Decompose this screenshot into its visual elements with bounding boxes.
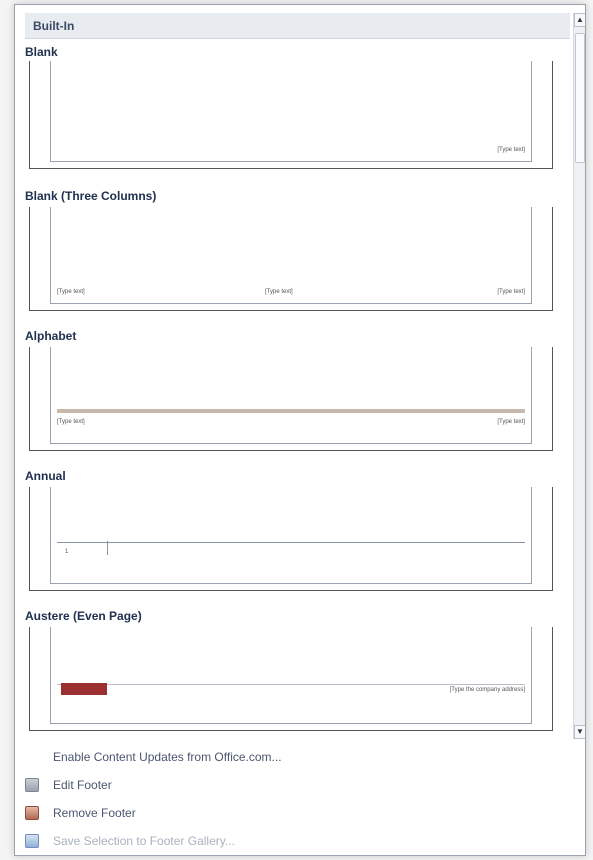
menu-item-save-selection-to-footer-gallery: Save Selection to Footer Gallery... <box>15 827 585 855</box>
gallery-item-title-austere-even-page: Austere (Even Page) <box>25 609 142 623</box>
footer-preview: [Type text] <box>50 61 532 162</box>
gallery-item-alphabet[interactable]: [Type text] [Type text] <box>29 347 553 451</box>
footer-preview: [Type text] [Type text] [Type text] <box>50 207 532 304</box>
menu-item-label: Save Selection to Footer Gallery... <box>53 834 235 848</box>
gallery-section-header: Built-In <box>25 13 570 39</box>
scroll-thumb[interactable] <box>575 33 585 163</box>
footer-divider <box>107 541 108 555</box>
menu-item-enable-content-updates[interactable]: Enable Content Updates from Office.com..… <box>15 743 585 771</box>
triangle-down-icon: ▼ <box>576 727 584 736</box>
footer-address-placeholder: [Type the company address] <box>449 687 525 693</box>
footer-placeholder-text: [Type text] <box>497 147 525 153</box>
footer-placeholder-center: [Type text] <box>265 289 293 295</box>
footer-placeholder-left: [Type text] <box>57 419 85 425</box>
gallery-item-title-alphabet: Alphabet <box>25 329 77 343</box>
footer-accent-block <box>61 683 107 695</box>
footer-preview: 1 <box>50 487 532 584</box>
footer-rule <box>57 684 525 685</box>
menu-item-label: Edit Footer <box>53 778 112 792</box>
remove-footer-icon <box>25 806 39 820</box>
gallery-item-title-annual: Annual <box>25 469 66 483</box>
blank-icon <box>25 750 39 764</box>
menu-item-edit-footer[interactable]: Edit Footer <box>15 771 585 799</box>
menu-item-label: Enable Content Updates from Office.com..… <box>53 750 282 764</box>
menu-item-label: Remove Footer <box>53 806 136 820</box>
footer-page-number: 1 <box>65 549 69 555</box>
edit-footer-icon <box>25 778 39 792</box>
footer-menu: Enable Content Updates from Office.com..… <box>15 743 585 855</box>
gallery-item-title-blank: Blank <box>25 45 58 59</box>
scroll-down-button[interactable]: ▼ <box>574 725 585 739</box>
gallery-item-annual[interactable]: 1 <box>29 487 553 591</box>
gallery-item-title-blank-three-columns: Blank (Three Columns) <box>25 189 157 203</box>
gallery-item-austere-even-page[interactable]: [Type the company address] <box>29 627 553 731</box>
footer-placeholder-right: [Type text] <box>497 289 525 295</box>
scroll-up-button[interactable]: ▲ <box>574 13 585 27</box>
footer-gallery-panel: Built-In Blank [Type text] Blank (Three … <box>14 4 586 856</box>
footer-rule <box>57 542 525 543</box>
gallery-item-blank[interactable]: [Type text] <box>29 61 553 169</box>
footer-gallery-list: Blank [Type text] Blank (Three Columns) … <box>25 39 570 737</box>
footer-preview: [Type text] [Type text] <box>50 347 532 444</box>
triangle-up-icon: ▲ <box>576 15 584 24</box>
menu-item-remove-footer[interactable]: Remove Footer <box>15 799 585 827</box>
footer-placeholder-left: [Type text] <box>57 289 85 295</box>
footer-preview: [Type the company address] <box>50 627 532 724</box>
footer-rule <box>57 409 525 413</box>
footer-placeholder-right: [Type text] <box>497 419 525 425</box>
gallery-item-blank-three-columns[interactable]: [Type text] [Type text] [Type text] <box>29 207 553 311</box>
gallery-scrollbar[interactable]: ▲ ▼ <box>573 13 585 739</box>
save-to-gallery-icon <box>25 834 39 848</box>
